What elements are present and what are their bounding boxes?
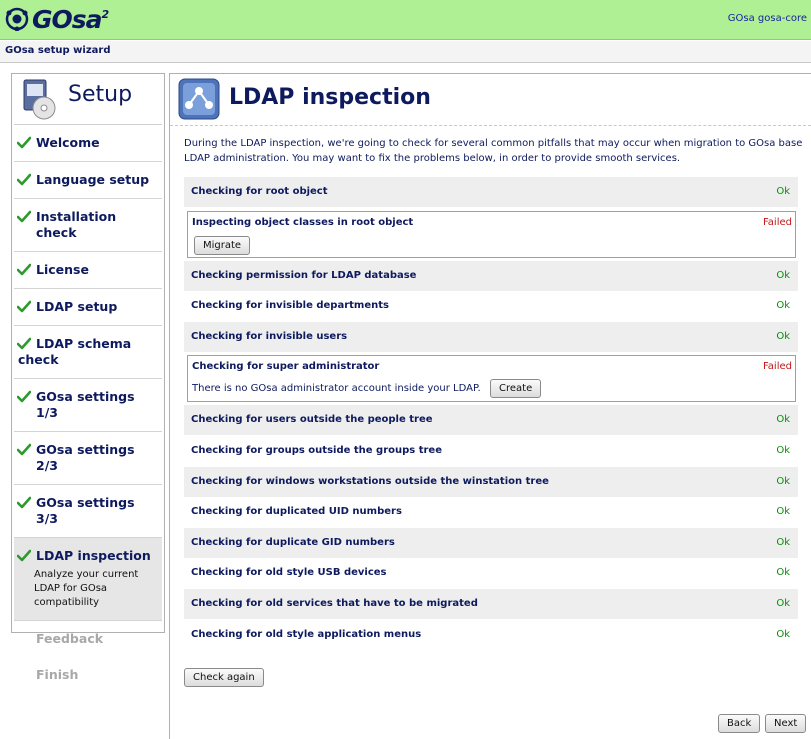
check-row: Checking for invisible departments Ok (184, 291, 798, 321)
check-label: Checking for windows workstations outsid… (191, 475, 549, 487)
check-status-ok: Ok (776, 300, 790, 312)
check-status-failed: Failed (762, 361, 792, 373)
server-label: GOsa gosa-core (727, 13, 807, 24)
check-status-ok: Ok (776, 186, 790, 197)
sidebar-step-ldap-inspection[interactable]: LDAP inspection Analyze your current LDAP… (14, 538, 162, 621)
check-label: Checking for old services that have to b… (191, 598, 478, 609)
sidebar-step-feedback: Feedback (14, 621, 162, 657)
check-row: Checking permission for LDAP database Ok (184, 260, 798, 291)
check-icon (17, 443, 31, 456)
sidebar-title: Setup (68, 82, 133, 107)
check-label: Checking for invisible users (191, 330, 348, 342)
check-message: There is no GOsa administrator account i… (192, 383, 481, 395)
migrate-button[interactable]: Migrate (194, 235, 251, 255)
check-label: Checking for super administrator (192, 361, 380, 373)
check-status-ok: Ok (776, 330, 790, 342)
back-button[interactable]: Back (718, 714, 761, 733)
sidebar-step-license[interactable]: License (14, 252, 162, 289)
wizard-title-bar: GOsa setup wizard (0, 41, 811, 63)
check-status-ok: Ok (776, 506, 790, 518)
sidebar-step-label: Installation check (36, 209, 117, 240)
check-row-failed: Inspecting object classes in root object… (187, 210, 796, 258)
check-icon (17, 300, 31, 313)
check-row: Checking for groups outside the groups t… (184, 436, 798, 466)
sidebar-step-label: GOsa settings 3/3 (36, 495, 135, 526)
check-row: Checking for old style application menus… (184, 620, 798, 650)
check-label: Checking for duplicated UID numbers (191, 506, 402, 518)
check-status-failed: Failed (762, 216, 792, 228)
intro-text: During the LDAP inspection, we're going … (184, 138, 803, 164)
sidebar-step-gosa-settings-3-3[interactable]: GOsa settings 3/3 (14, 485, 162, 538)
sidebar-step-label: Feedback (36, 631, 104, 646)
check-status-ok: Ok (776, 475, 790, 487)
check-label: Checking for duplicate GID numbers (191, 536, 395, 548)
sidebar-step-language-setup[interactable]: Language setup (14, 162, 162, 199)
check-status-ok: Ok (776, 269, 790, 281)
create-button[interactable]: Create (490, 379, 542, 399)
check-label: Checking for invisible departments (191, 300, 389, 312)
sidebar-step-description: Analyze your current LDAP for GOsa compa… (34, 569, 139, 608)
check-status-ok: Ok (776, 598, 790, 609)
check-icon (17, 136, 31, 149)
check-status-ok: Ok (776, 414, 790, 426)
check-icon (17, 263, 31, 276)
gosa-logo-icon (5, 7, 29, 31)
check-label: Checking for root object (191, 186, 328, 197)
check-status-ok: Ok (776, 536, 790, 548)
check-row-failed: Checking for super administrator Failed Th… (187, 355, 796, 403)
logo-text: GOsa2 (32, 4, 109, 34)
setup-cd-icon (23, 79, 56, 120)
check-icon (17, 210, 31, 223)
wizard-title: GOsa setup wizard (5, 45, 111, 56)
sidebar-step-ldap-setup[interactable]: LDAP setup (14, 289, 162, 326)
check-status-ok: Ok (776, 445, 790, 456)
check-icon (17, 549, 31, 562)
check-icon (17, 337, 31, 350)
check-status-ok: Ok (776, 628, 790, 640)
sidebar-step-welcome[interactable]: Welcome (14, 125, 162, 162)
sidebar-step-gosa-settings-2-3[interactable]: GOsa settings 2/3 (14, 432, 162, 485)
sidebar-step-label: LDAP schema check (18, 336, 132, 367)
check-status-ok: Ok (776, 567, 790, 579)
check-row: Checking for users outside the people tr… (184, 405, 798, 436)
sidebar-step-label: LDAP setup (36, 299, 118, 314)
check-row: Checking for windows workstations outsid… (184, 466, 798, 497)
setup-steps-sidebar: Setup Welcome Language setup Installation … (11, 73, 165, 682)
check-label: Checking for groups outside the groups t… (191, 445, 442, 456)
sidebar-step-label: Welcome (36, 135, 100, 150)
ldap-inspection-icon (178, 78, 220, 120)
check-again-button[interactable]: Check again (184, 668, 264, 687)
check-icon (17, 173, 31, 186)
check-label: Inspecting object classes in root object (192, 216, 414, 228)
check-icon (17, 496, 31, 509)
check-label: Checking for old style application menus (191, 628, 422, 640)
check-icon (17, 390, 31, 403)
check-row: Checking for invisible users Ok (184, 321, 798, 352)
page-title: LDAP inspection (229, 85, 431, 110)
check-label: Checking for users outside the people tr… (191, 414, 433, 426)
gosa-logo[interactable]: GOsa2 (5, 4, 109, 34)
sidebar-step-label: GOsa settings 1/3 (36, 389, 135, 420)
sidebar-step-label: License (36, 262, 89, 277)
check-label: Checking for old style USB devices (191, 567, 387, 579)
next-button[interactable]: Next (765, 714, 807, 733)
top-header: GOsa2 GOsa gosa-core (0, 0, 811, 40)
check-row: Checking for duplicate GID numbers Ok (184, 527, 798, 558)
sidebar-step-label: GOsa settings 2/3 (36, 442, 135, 473)
sidebar-step-installation-check[interactable]: Installation check (14, 199, 162, 252)
sidebar-header: Setup (14, 74, 162, 125)
main-panel: LDAP inspection During the LDAP inspecti… (169, 73, 811, 739)
check-row: Checking for old services that have to b… (184, 589, 798, 619)
sidebar-step-label: Finish (36, 667, 79, 682)
check-row: Checking for root object Ok (184, 177, 798, 207)
sidebar-step-label: Language setup (36, 172, 150, 187)
sidebar-step-label: LDAP inspection (36, 548, 151, 563)
check-row: Checking for duplicated UID numbers Ok (184, 497, 798, 527)
sidebar-step-gosa-settings-1-3[interactable]: GOsa settings 1/3 (14, 379, 162, 432)
check-label: Checking permission for LDAP database (191, 269, 417, 281)
main-header: LDAP inspection (170, 74, 811, 126)
sidebar-step-ldap-schema-check[interactable]: LDAP schema check (14, 326, 162, 379)
sidebar-step-finish: Finish (14, 657, 162, 693)
check-row: Checking for old style USB devices Ok (184, 558, 798, 588)
